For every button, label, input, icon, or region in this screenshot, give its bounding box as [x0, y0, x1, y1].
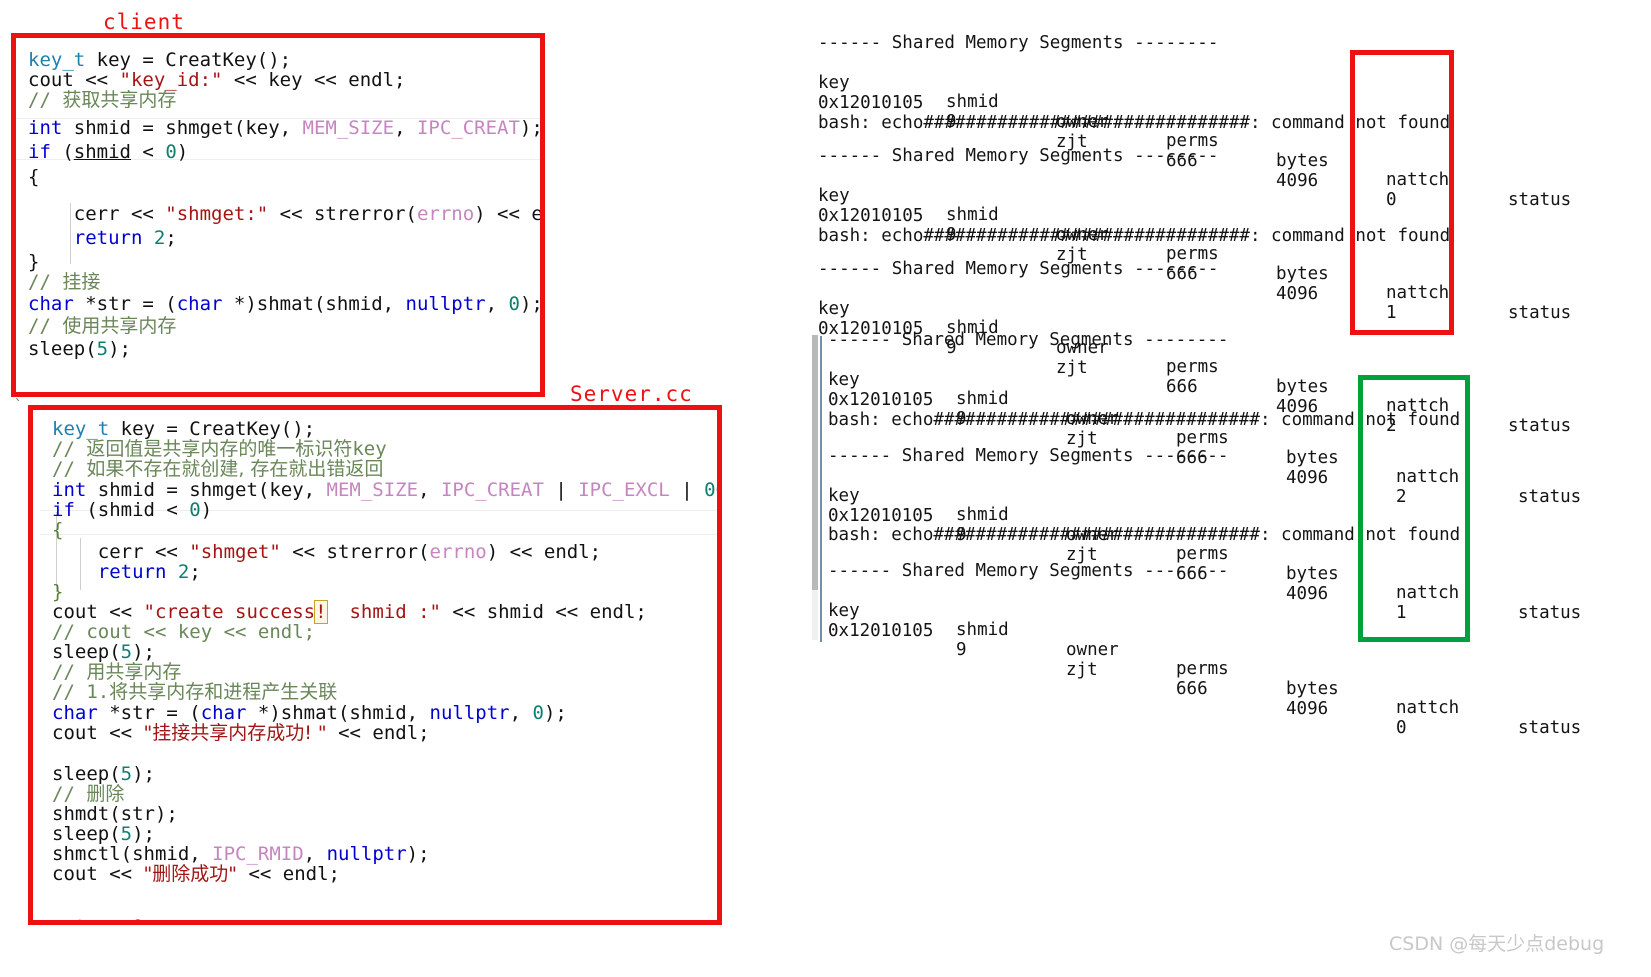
terminal-column-header-row: key shmid owner perms bytes nattch statu…	[818, 167, 1638, 322]
code-line: return 0;	[52, 917, 155, 924]
col-shmid: shmid	[956, 620, 1009, 640]
code-line: {	[28, 166, 40, 188]
code-line: // 挂接	[28, 271, 101, 293]
screenshot-root: client key_t key = CreatKey(); cout << "…	[0, 0, 1651, 977]
server-annotation-label: Server.cc	[570, 382, 693, 406]
client-code-pane[interactable]: key_t key = CreatKey(); cout << "key_id:…	[16, 42, 541, 387]
code-line: shmdt(str);	[52, 803, 178, 825]
terminal-error-line: bash: echo##############################…	[828, 525, 1461, 545]
terminal-segments-header: ------ Shared Memory Segments --------	[818, 146, 1219, 166]
code-line: cout << "挂接共享内存成功! " << endl;	[52, 722, 430, 744]
code-line: return 2;	[97, 561, 201, 583]
code-line: sleep(5);	[52, 763, 155, 785]
terminal-row: 0x12010105 9 zjt 666 4096 0	[818, 74, 1638, 210]
cell-shmid: 9	[956, 640, 967, 660]
code-line: // 如果不存在就创建, 存在就出错返回	[52, 458, 384, 480]
code-line: cout << "create success! shmid :" << shm…	[52, 600, 647, 624]
code-line: }	[52, 581, 64, 603]
code-line: // 使用共享内存	[28, 315, 177, 337]
cell-key: 0x12010105	[828, 389, 934, 410]
editor-marker: `	[14, 398, 23, 414]
terminal-output[interactable]: ------ Shared Memory Segments -------- k…	[818, 30, 1638, 737]
code-line: cerr << "shmget" << strerror(errno) << e…	[52, 541, 602, 563]
terminal-column-header-row: key shmid owner perms bytes nattch statu…	[818, 280, 1638, 435]
terminal-row: 0x12010105 9 zjt 666 4096 0	[828, 602, 1648, 738]
terminal-row: 0x12010105 9 zjt 666 4096 2	[828, 371, 1648, 507]
code-line: // 获取共享内存	[28, 89, 177, 111]
col-bytes: bytes	[1286, 678, 1339, 699]
code-line: int shmid = shmget(key, MEM_SIZE, IPC_CR…	[28, 117, 541, 139]
code-line: // cout << key << endl;	[52, 621, 316, 643]
cell-key: 0x12010105	[818, 205, 924, 226]
terminal-segments-header: ------ Shared Memory Segments --------	[828, 330, 1229, 350]
terminal-segments-header: ------ Shared Memory Segments --------	[828, 446, 1229, 466]
col-shmid: shmid	[946, 205, 999, 225]
code-line: sleep(5);	[52, 641, 155, 663]
code-line: sleep(5);	[28, 338, 131, 360]
code-line: char *str = (char *)shmat(shmid, nullptr…	[52, 702, 567, 724]
code-line: cout << "key_id:" << key << endl;	[28, 69, 406, 91]
terminal-segments-header: ------ Shared Memory Segments --------	[818, 33, 1219, 53]
terminal-column-header-row: key shmid owner perms bytes nattch statu…	[828, 467, 1648, 622]
col-perms: perms	[1176, 659, 1229, 679]
code-line: {	[52, 519, 64, 541]
code-line: // 返回值是共享内存的唯一标识符key	[52, 438, 387, 460]
code-line: // 1.将共享内存和进程产生关联	[52, 681, 338, 703]
terminal-column-header-row: key shmid owner perms bytes nattch statu…	[828, 351, 1648, 506]
server-code-pane[interactable]: key_t key = CreatKey(); // 返回值是共享内存的唯一标识…	[40, 412, 720, 924]
terminal-segments-header: ------ Shared Memory Segments --------	[828, 561, 1229, 581]
cell-bytes: 4096	[1286, 698, 1329, 719]
terminal-column-header-row: key shmid owner perms bytes nattch statu…	[818, 54, 1638, 209]
terminal-row: 0x12010105 9 zjt 666 4096 2	[818, 300, 1638, 436]
code-line: char *str = (char *)shmat(shmid, nullptr…	[28, 293, 541, 315]
code-line: cerr << "shmget:" << strerror(errno) << …	[28, 203, 541, 225]
col-shmid: shmid	[946, 92, 999, 112]
cell-key: 0x12010105	[818, 92, 924, 113]
cell-owner: zjt	[1066, 659, 1098, 680]
col-owner: owner	[1066, 639, 1119, 660]
cell-nattch: 0	[1396, 718, 1407, 738]
terminal-row: 0x12010105 9 zjt 666 4096 1	[818, 187, 1638, 323]
col-shmid: shmid	[956, 389, 1009, 409]
col-status: status	[1518, 717, 1582, 738]
code-line: shmctl(shmid, IPC_RMID, nullptr);	[52, 843, 430, 865]
terminal-error-line: bash: echo##############################…	[818, 226, 1451, 246]
code-line: // 用共享内存	[52, 661, 182, 683]
code-line: return 2;	[73, 227, 177, 249]
code-line: cout << "删除成功" << endl;	[52, 863, 340, 885]
col-nattch: nattch	[1396, 698, 1460, 718]
cell-perms: 666	[1176, 679, 1208, 699]
cell-key: 0x12010105	[828, 505, 934, 526]
col-shmid: shmid	[956, 505, 1009, 525]
code-line: sleep(5);	[52, 823, 155, 845]
csdn-watermark: CSDN @每天少点debug	[1389, 933, 1605, 955]
client-annotation-label: client	[103, 10, 185, 34]
code-line: if (shmid < 0)	[28, 141, 189, 163]
code-line: key_t key = CreatKey();	[28, 49, 292, 71]
code-line: int shmid = shmget(key, MEM_SIZE, IPC_CR…	[52, 479, 720, 501]
terminal-segments-header: ------ Shared Memory Segments --------	[818, 259, 1219, 279]
cell-key: 0x12010105	[828, 620, 934, 641]
code-line: key_t key = CreatKey();	[52, 418, 316, 440]
terminal-error-line: bash: echo##############################…	[828, 410, 1461, 430]
terminal-column-header-row: key shmid owner perms bytes nattch statu…	[828, 582, 1648, 737]
terminal-error-line: bash: echo##############################…	[818, 113, 1451, 133]
code-line: }	[28, 251, 40, 273]
code-line: if (shmid < 0)	[52, 499, 213, 521]
code-line: // 删除	[52, 783, 125, 805]
col-status: status	[1508, 415, 1572, 436]
terminal-row: 0x12010105 9 zjt 666 4096 1	[828, 487, 1648, 623]
col-bytes: bytes	[1286, 447, 1339, 468]
